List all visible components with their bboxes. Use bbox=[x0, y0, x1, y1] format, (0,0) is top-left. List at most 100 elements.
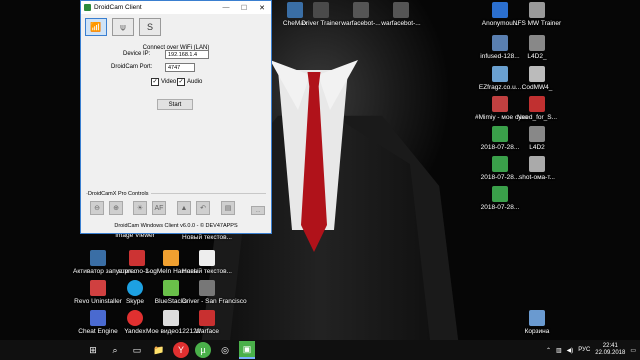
game-icon bbox=[199, 280, 215, 296]
file-icon bbox=[492, 35, 508, 51]
bluestacks-icon bbox=[163, 280, 179, 296]
clock[interactable]: 22:41 22.09.2018 bbox=[595, 343, 625, 357]
volume-icon[interactable]: ◀) bbox=[567, 347, 574, 354]
file-icon bbox=[353, 2, 369, 18]
start-button[interactable]: ⊞ bbox=[85, 342, 101, 358]
taskbar-app[interactable]: Y bbox=[173, 342, 189, 358]
maximize-button[interactable]: ☐ bbox=[235, 4, 253, 12]
port-label: DroidCam Port: bbox=[111, 64, 153, 70]
image-file-icon bbox=[529, 156, 545, 172]
desktop-icon[interactable]: shot-ома-т... bbox=[512, 156, 562, 181]
revo-icon bbox=[90, 280, 106, 296]
language-indicator[interactable]: РУС bbox=[578, 347, 590, 353]
desktop-icon-label: Корзина bbox=[524, 328, 550, 335]
audio-checkbox-box[interactable]: ✓ bbox=[177, 78, 185, 86]
desktop-icon[interactable]: L4D2_ bbox=[512, 35, 562, 60]
notification-icon[interactable]: ▭ bbox=[630, 347, 636, 354]
desktop-icon-label: L4D2 bbox=[529, 144, 545, 151]
app-icon bbox=[90, 250, 106, 266]
desktop-icon[interactable]: Need_for_S... bbox=[512, 96, 562, 121]
footer-text: DroidCam Windows Client v6.0.0 - © DEV47… bbox=[114, 223, 238, 229]
desktop-icon[interactable]: Корзина bbox=[512, 310, 562, 335]
desktop-icon[interactable]: Warface bbox=[182, 310, 232, 335]
pro-controls-label: DroidCamX Pro Controls bbox=[88, 191, 151, 197]
tray-chevron-icon[interactable]: ⌃ bbox=[546, 347, 551, 354]
usb-tab[interactable]: ⍦ bbox=[112, 18, 134, 36]
audio-label: Audio bbox=[187, 79, 203, 85]
desktop-icon[interactable]: CodMW4_ bbox=[512, 66, 562, 91]
windows-icon: ⊞ bbox=[89, 344, 97, 355]
rotate-button[interactable]: ↶ bbox=[196, 201, 210, 215]
image-file-icon bbox=[492, 126, 508, 142]
video-checkbox-box[interactable]: ✓ bbox=[151, 78, 159, 86]
file-icon bbox=[492, 96, 508, 112]
desktop-icon-label: warfacebot-... bbox=[381, 20, 421, 27]
search-icon: ⌕ bbox=[112, 344, 118, 355]
steam-icon: ◎ bbox=[221, 344, 229, 355]
app-icon bbox=[313, 2, 329, 18]
yandex-icon bbox=[127, 310, 143, 326]
wifi-icon: 📶 bbox=[90, 21, 102, 32]
minimize-button[interactable]: — bbox=[217, 4, 235, 11]
desktop-icon-label: NFS MW Trainer bbox=[512, 20, 562, 27]
desktop-icon-label: Driver - San Francisco bbox=[182, 298, 247, 305]
port-field[interactable]: 4747 bbox=[165, 63, 195, 72]
flip-button[interactable]: ▲ bbox=[177, 201, 191, 215]
search-button[interactable]: ⌕ bbox=[107, 342, 123, 358]
file-icon bbox=[529, 126, 545, 142]
desktop-icon-label: Warface bbox=[195, 328, 219, 335]
yandex-browser-icon: Y bbox=[177, 345, 184, 355]
file-icon bbox=[529, 66, 545, 82]
desktop-icon-label: L4D2_ bbox=[527, 53, 547, 60]
desktop-icon[interactable]: Driver - San Francisco bbox=[182, 280, 247, 305]
desktop-icon-label: 2018-07-28... bbox=[480, 204, 520, 211]
desktop-icon-label: Need_for_S... bbox=[516, 114, 558, 121]
device-ip-field[interactable]: 192.168.1.4 bbox=[165, 50, 209, 59]
more-button[interactable]: … bbox=[251, 206, 265, 215]
wifi-server-tab[interactable]: S bbox=[139, 18, 161, 36]
task-view-button[interactable]: ▭ bbox=[129, 342, 145, 358]
clock-time: 22:41 bbox=[602, 343, 618, 349]
desktop-icon[interactable]: warfacebot-... bbox=[376, 2, 426, 27]
taskbar-app[interactable]: 📁 bbox=[151, 342, 167, 358]
text-file-icon bbox=[163, 310, 179, 326]
desktop-icon[interactable]: L4D2 bbox=[512, 126, 562, 151]
utorrent-icon: µ bbox=[200, 345, 206, 355]
text-file-icon bbox=[199, 250, 215, 266]
droidcam-window: DroidCam Client — ☐ ✕ 📶 ⍦ S Connect over… bbox=[80, 0, 272, 234]
desktop-icon[interactable]: 2018-07-28... bbox=[475, 186, 525, 211]
warface-icon bbox=[199, 310, 215, 326]
desktop-icon[interactable]: NFS MW Trainer bbox=[512, 2, 562, 27]
wifi-tab[interactable]: 📶 bbox=[85, 18, 107, 36]
task-view-icon: ▭ bbox=[132, 344, 142, 355]
image-file-icon bbox=[492, 186, 508, 202]
app-icon bbox=[492, 2, 508, 18]
file-icon bbox=[492, 66, 508, 82]
taskbar-app[interactable]: ◎ bbox=[217, 342, 233, 358]
taskbar-app[interactable]: µ bbox=[195, 342, 211, 358]
hamachi-icon bbox=[163, 250, 179, 266]
taskbar-app-active[interactable]: ▣ bbox=[239, 341, 255, 359]
app-icon bbox=[529, 96, 545, 112]
screenshot-button[interactable]: ▤ bbox=[221, 201, 235, 215]
desktop-icon-label: Новый текстов... bbox=[182, 268, 232, 275]
skype-icon bbox=[127, 280, 143, 296]
title-bar[interactable]: DroidCam Client — ☐ ✕ bbox=[81, 1, 271, 14]
zoom-in-button[interactable]: ⊕ bbox=[109, 201, 123, 215]
start-button[interactable]: Start bbox=[157, 99, 193, 110]
desktop-icon-label: Новый текстов... bbox=[182, 234, 232, 241]
wifi-s-icon: S bbox=[146, 22, 153, 32]
system-tray: ⌃ ▥ ◀) РУС 22:41 22.09.2018 ▭ bbox=[546, 340, 636, 360]
zoom-out-button[interactable]: ⊖ bbox=[90, 201, 104, 215]
close-button[interactable]: ✕ bbox=[253, 4, 271, 12]
desktop-icon[interactable]: Новый текстов... bbox=[182, 250, 232, 275]
brightness-button[interactable]: ☀ bbox=[133, 201, 147, 215]
video-checkbox[interactable]: ✓ Video bbox=[151, 78, 176, 86]
network-icon[interactable]: ▥ bbox=[556, 347, 562, 354]
droidcam-icon: ▣ bbox=[242, 343, 252, 354]
audio-checkbox[interactable]: ✓ Audio bbox=[177, 78, 202, 86]
file-icon bbox=[529, 35, 545, 51]
window-title: DroidCam Client bbox=[94, 4, 142, 11]
autofocus-button[interactable]: AF bbox=[152, 201, 166, 215]
cheat-engine-icon bbox=[90, 310, 106, 326]
